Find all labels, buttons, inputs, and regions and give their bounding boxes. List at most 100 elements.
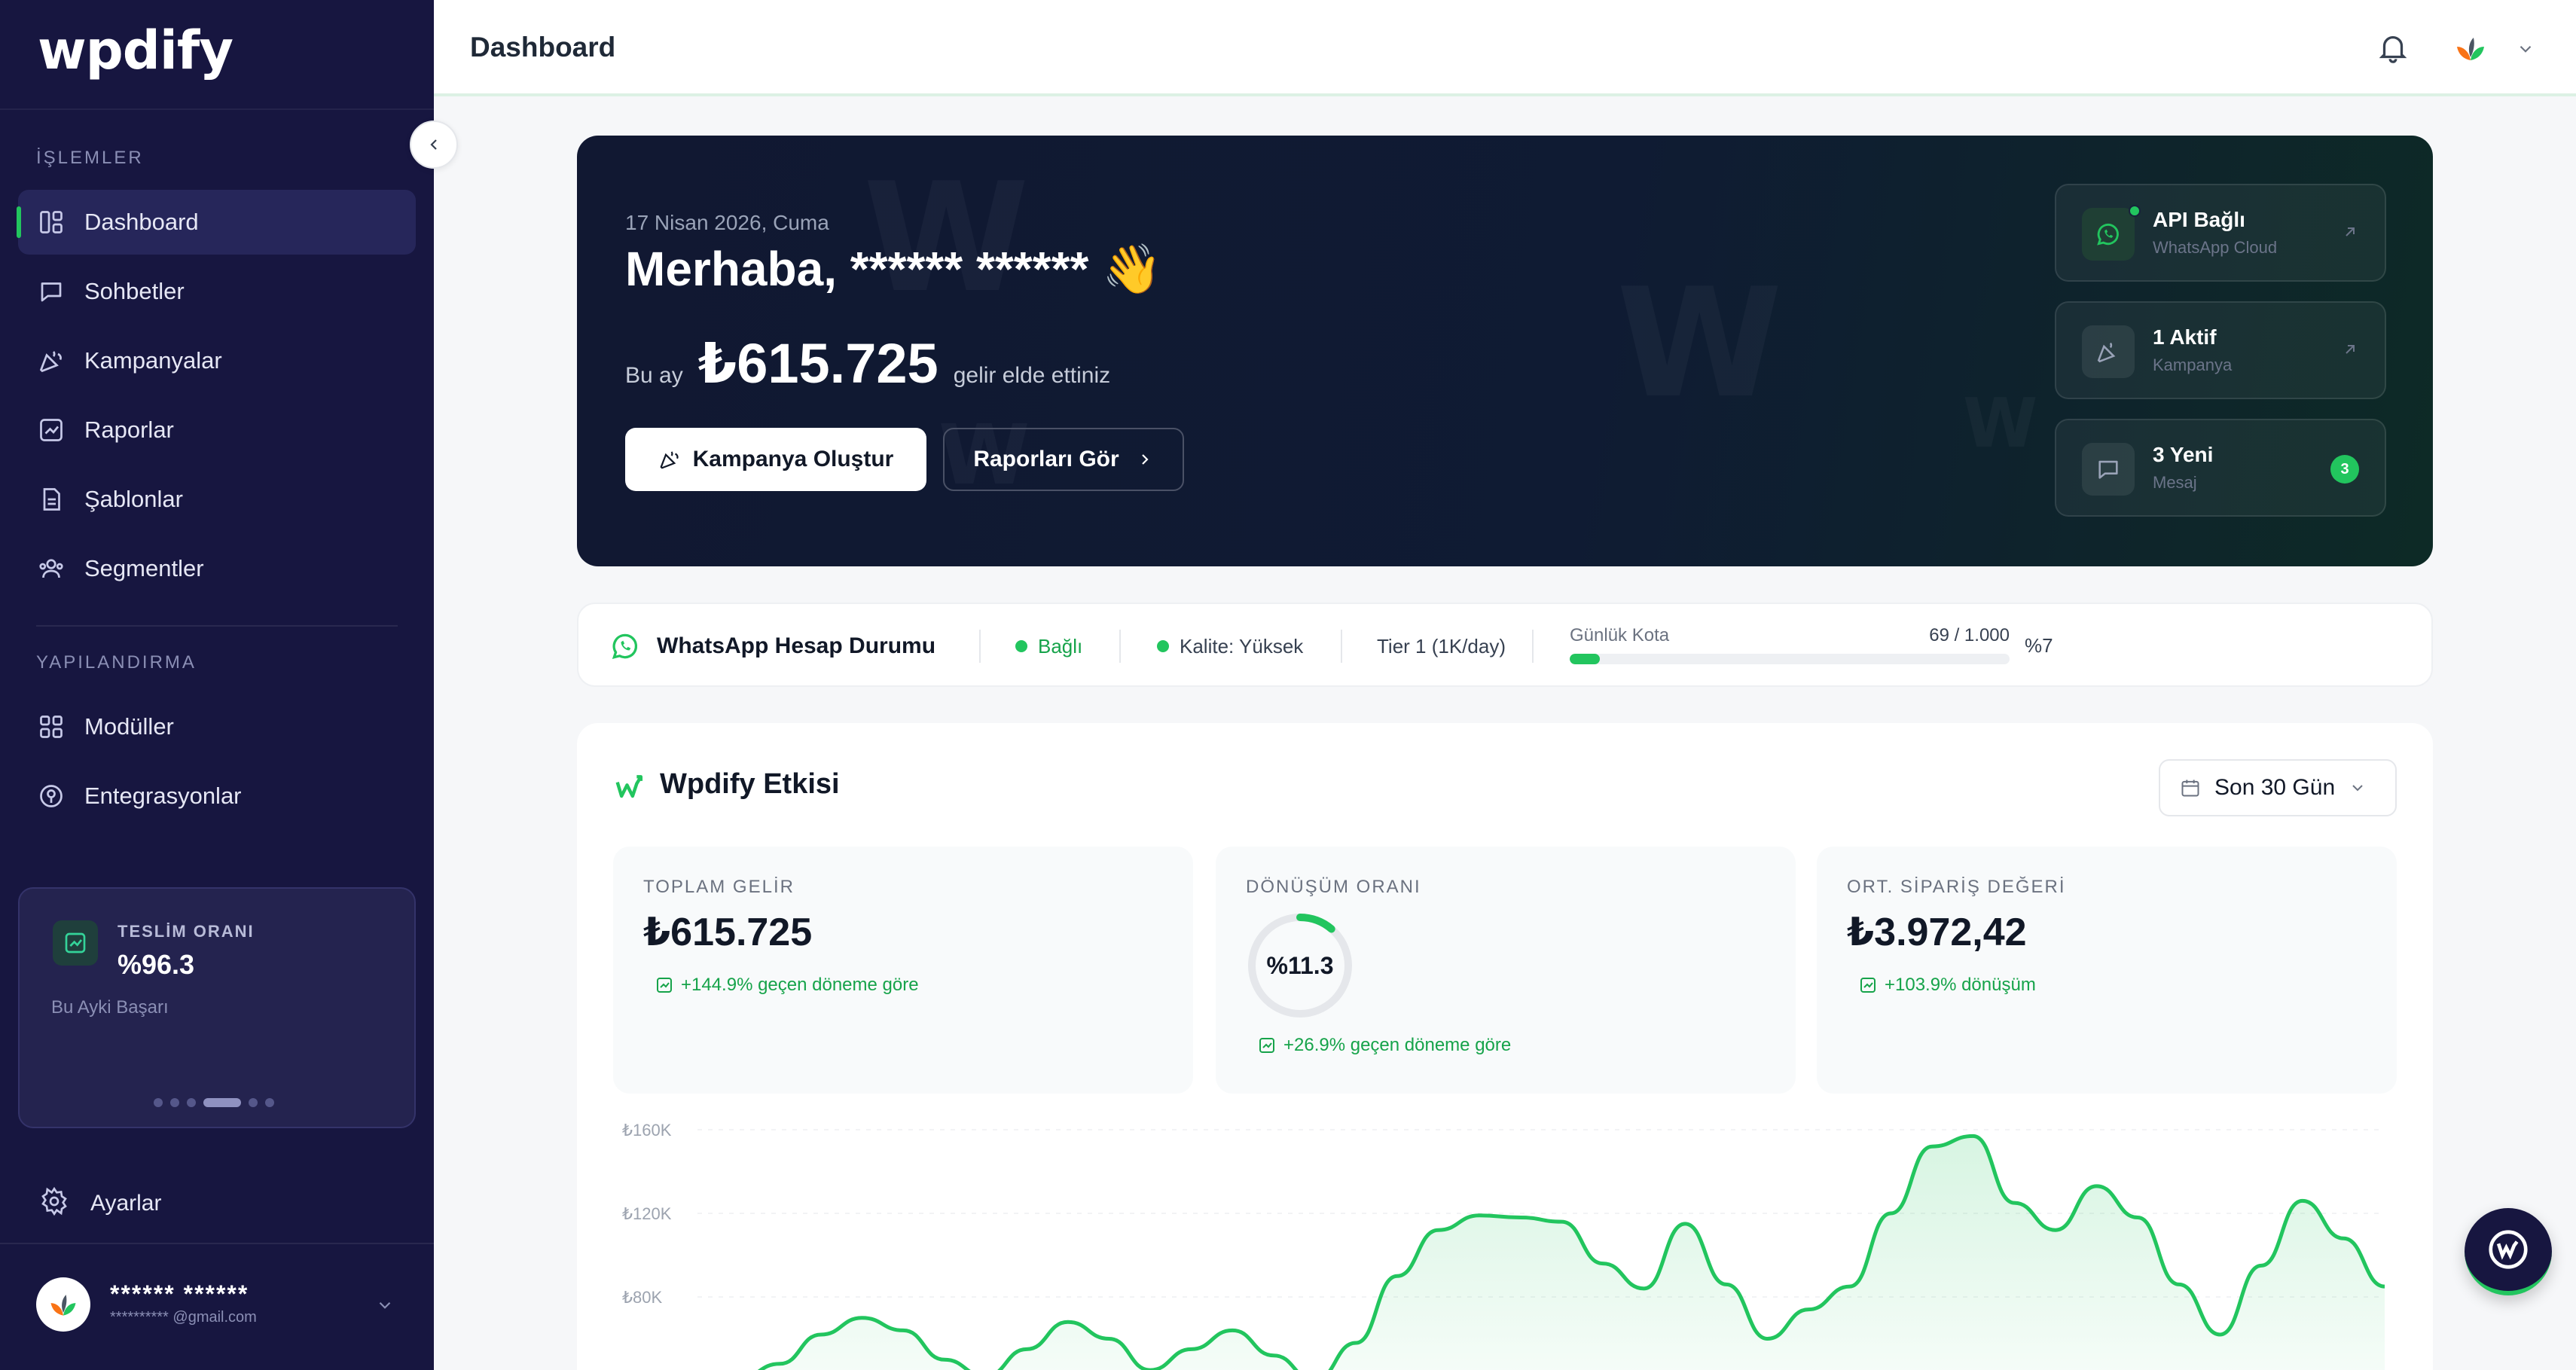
metric-value: ₺3.972,42 xyxy=(1847,911,2027,954)
sidebar-item-integrations[interactable]: Entegrasyonlar xyxy=(18,764,416,828)
sidebar-item-campaigns[interactable]: Kampanyalar xyxy=(18,328,416,393)
bell-icon[interactable] xyxy=(2376,30,2410,69)
card-subtitle: Kampanya xyxy=(2153,355,2233,374)
whatsapp-icon xyxy=(2082,208,2135,261)
quota-label: Günlük Kota xyxy=(1570,625,1670,645)
status-dot xyxy=(1015,640,1027,652)
metric-change: +26.9% geçen döneme göre xyxy=(1258,1035,1511,1056)
card-title: 1 Aktif xyxy=(2153,325,2217,349)
sidebar-collapse-button[interactable] xyxy=(410,121,458,169)
date-range-select[interactable]: Son 30 Gün xyxy=(2159,759,2397,816)
connection-status: Bağlı xyxy=(1015,604,1082,688)
api-status-card[interactable]: API Bağlı WhatsApp Cloud xyxy=(2055,184,2386,282)
quality-status-text: Kalite: Yüksek xyxy=(1180,634,1304,658)
settings-link[interactable]: Ayarlar xyxy=(39,1186,161,1220)
metric-label: DÖNÜŞÜM ORANI xyxy=(1246,877,1421,897)
carousel-dots xyxy=(154,1098,274,1107)
create-campaign-label: Kampanya Oluştur xyxy=(692,447,894,471)
sidebar-item-segments[interactable]: Segmentler xyxy=(18,536,416,601)
chevron-down-icon[interactable] xyxy=(375,1295,395,1319)
status-title-group: WhatsApp Hesap Durumu xyxy=(609,604,935,688)
carousel-dot[interactable] xyxy=(170,1098,179,1107)
y-tick-label: ₺160K xyxy=(622,1121,672,1140)
view-reports-label: Raporları Gör xyxy=(973,447,1119,471)
sidebar-item-reports[interactable]: Raporlar xyxy=(18,398,416,462)
sidebar-item-label: Sohbetler xyxy=(84,278,185,304)
chat-support-button[interactable] xyxy=(2465,1208,2552,1295)
user-name: ****** ****** xyxy=(110,1280,249,1307)
metric-change: +144.9% geçen döneme göre xyxy=(655,975,919,996)
hero-greeting: Merhaba, ****** ****** 👋 xyxy=(625,242,1162,296)
megaphone-icon xyxy=(2082,325,2135,378)
report-icon xyxy=(38,416,65,444)
user-email: ********** @gmail.com xyxy=(110,1309,257,1326)
calendar-icon xyxy=(2181,780,2199,797)
wpdify-logo-icon xyxy=(615,771,648,808)
megaphone-icon xyxy=(660,451,679,469)
sidebar-item-label: Dashboard xyxy=(84,209,199,235)
card-title: API Bağlı xyxy=(2153,208,2245,231)
new-messages-card[interactable]: 3 Yeni Mesaj 3 xyxy=(2055,419,2386,517)
monthly-revenue-label: Bu ay xyxy=(625,363,683,388)
chevron-left-icon xyxy=(430,139,437,150)
metric-card-conversion-rate: DÖNÜŞÜM ORANI %11.3 +26.9% geçen döneme … xyxy=(1216,847,1796,1094)
sidebar-item-label: Kampanyalar xyxy=(84,347,222,374)
view-reports-button[interactable]: Raporları Gör xyxy=(943,428,1184,491)
sidebar-item-templates[interactable]: Şablonlar xyxy=(18,467,416,532)
metric-card-avg-order-value: ORT. SİPARİŞ DEĞERİ ₺3.972,42 +103.9% dö… xyxy=(1817,847,2397,1094)
template-icon xyxy=(38,486,65,513)
metric-label: ORT. SİPARİŞ DEĞERİ xyxy=(1847,877,2066,897)
grid-icon xyxy=(38,713,65,740)
carousel-dot[interactable] xyxy=(187,1098,196,1107)
create-campaign-button[interactable]: Kampanya Oluştur xyxy=(625,428,926,491)
carousel-dot-active[interactable] xyxy=(203,1098,241,1107)
section-label-operations: İŞLEMLER xyxy=(36,148,144,168)
tier-text: Tier 1 (1K/day) xyxy=(1377,634,1506,658)
metric-change-text: +26.9% geçen döneme göre xyxy=(1283,1035,1512,1055)
card-subtitle: Mesaj xyxy=(2153,473,2197,492)
quota-progress-bar xyxy=(1570,654,2010,664)
metric-value: %11.3 xyxy=(1266,951,1334,979)
card-title: 3 Yeni xyxy=(2153,443,2214,466)
metric-value: ₺615.725 xyxy=(643,911,813,954)
chevron-down-icon[interactable] xyxy=(2516,39,2535,63)
divider xyxy=(1119,630,1121,663)
status-title: WhatsApp Hesap Durumu xyxy=(657,633,936,658)
chevron-right-icon xyxy=(1141,454,1149,465)
section-label-config: YAPILANDIRMA xyxy=(36,652,197,673)
avatar[interactable] xyxy=(36,1277,90,1332)
wpdify-effect-panel: Wpdify Etkisi Son 30 Gün TOPLAM GELİR ₺6… xyxy=(577,723,2433,1370)
metric-change-text: +103.9% dönüşüm xyxy=(1885,975,2036,995)
integration-icon xyxy=(38,783,65,810)
sidebar-item-label: Entegrasyonlar xyxy=(84,783,242,809)
y-tick-label: ₺120K xyxy=(622,1204,672,1223)
app-logo[interactable]: wpdify xyxy=(38,20,233,81)
whatsapp-icon xyxy=(612,633,638,659)
sidebar-item-label: Segmentler xyxy=(84,555,204,581)
avatar[interactable] xyxy=(2452,30,2489,66)
metric-change-text: +144.9% geçen döneme göre xyxy=(681,975,919,995)
sidebar-item-dashboard[interactable]: Dashboard xyxy=(17,190,416,255)
divider xyxy=(979,630,981,663)
divider xyxy=(0,1243,434,1244)
tier-status: Tier 1 (1K/day) xyxy=(1377,604,1506,688)
delivery-label: TESLİM ORANI xyxy=(118,922,255,941)
welcome-hero: W W W W 17 Nisan 2026, Cuma Merhaba, ***… xyxy=(577,136,2433,566)
active-campaign-card[interactable]: 1 Aktif Kampanya xyxy=(2055,301,2386,399)
metric-label: TOPLAM GELİR xyxy=(643,877,795,897)
carousel-dot[interactable] xyxy=(154,1098,163,1107)
delivery-rate-card: TESLİM ORANI %96.3 Bu Ayki Başarı xyxy=(18,887,416,1128)
sidebar-item-label: Şablonlar xyxy=(84,486,183,512)
carousel-dot[interactable] xyxy=(249,1098,258,1107)
trend-up-icon xyxy=(657,978,672,993)
divider xyxy=(0,108,434,110)
section-title: Wpdify Etkisi xyxy=(660,768,840,800)
dashboard-icon xyxy=(38,209,65,236)
quality-status: Kalite: Yüksek xyxy=(1157,604,1303,688)
monthly-revenue-suffix: gelir elde ettiniz xyxy=(953,363,1111,388)
sidebar-item-chats[interactable]: Sohbetler xyxy=(18,259,416,324)
sidebar: wpdify İŞLEMLER Dashboard Sohbetler Kamp… xyxy=(0,0,434,1370)
date-range-value: Son 30 Gün xyxy=(2214,775,2336,800)
carousel-dot[interactable] xyxy=(265,1098,274,1107)
sidebar-item-modules[interactable]: Modüller xyxy=(18,694,416,759)
